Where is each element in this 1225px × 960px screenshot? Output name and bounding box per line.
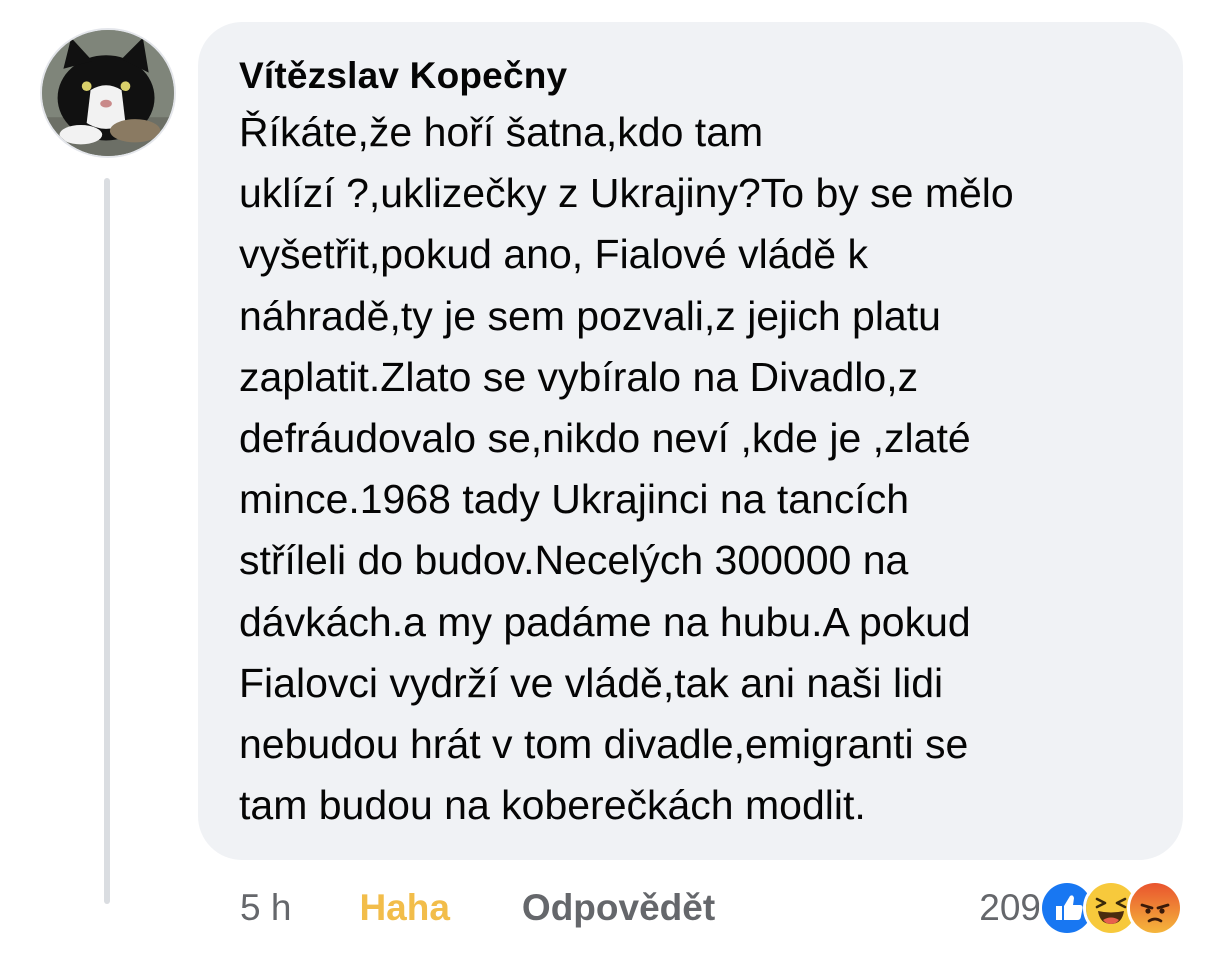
comment-bubble: Vítězslav Kopečny Říkáte,že hoří šatna,k…: [198, 22, 1183, 860]
angry-icon: [1127, 880, 1183, 936]
reply-button[interactable]: Odpovědět: [522, 887, 715, 929]
reaction-count: 209: [979, 887, 1041, 928]
comment-actions: 5 h Haha Odpovědět: [240, 882, 715, 934]
comment-author[interactable]: Vítězslav Kopečny: [239, 52, 1143, 100]
haha-reaction-button[interactable]: Haha: [359, 887, 449, 929]
author-avatar[interactable]: [40, 28, 176, 158]
thread-line: [104, 178, 110, 904]
comment-timestamp[interactable]: 5 h: [240, 887, 291, 929]
reactions-summary[interactable]: 209: [979, 878, 1183, 938]
cat-avatar-icon: [42, 30, 174, 156]
comment-text: Říkáte,že hoří šatna,kdo tam uklízí ?,uk…: [239, 109, 1014, 829]
